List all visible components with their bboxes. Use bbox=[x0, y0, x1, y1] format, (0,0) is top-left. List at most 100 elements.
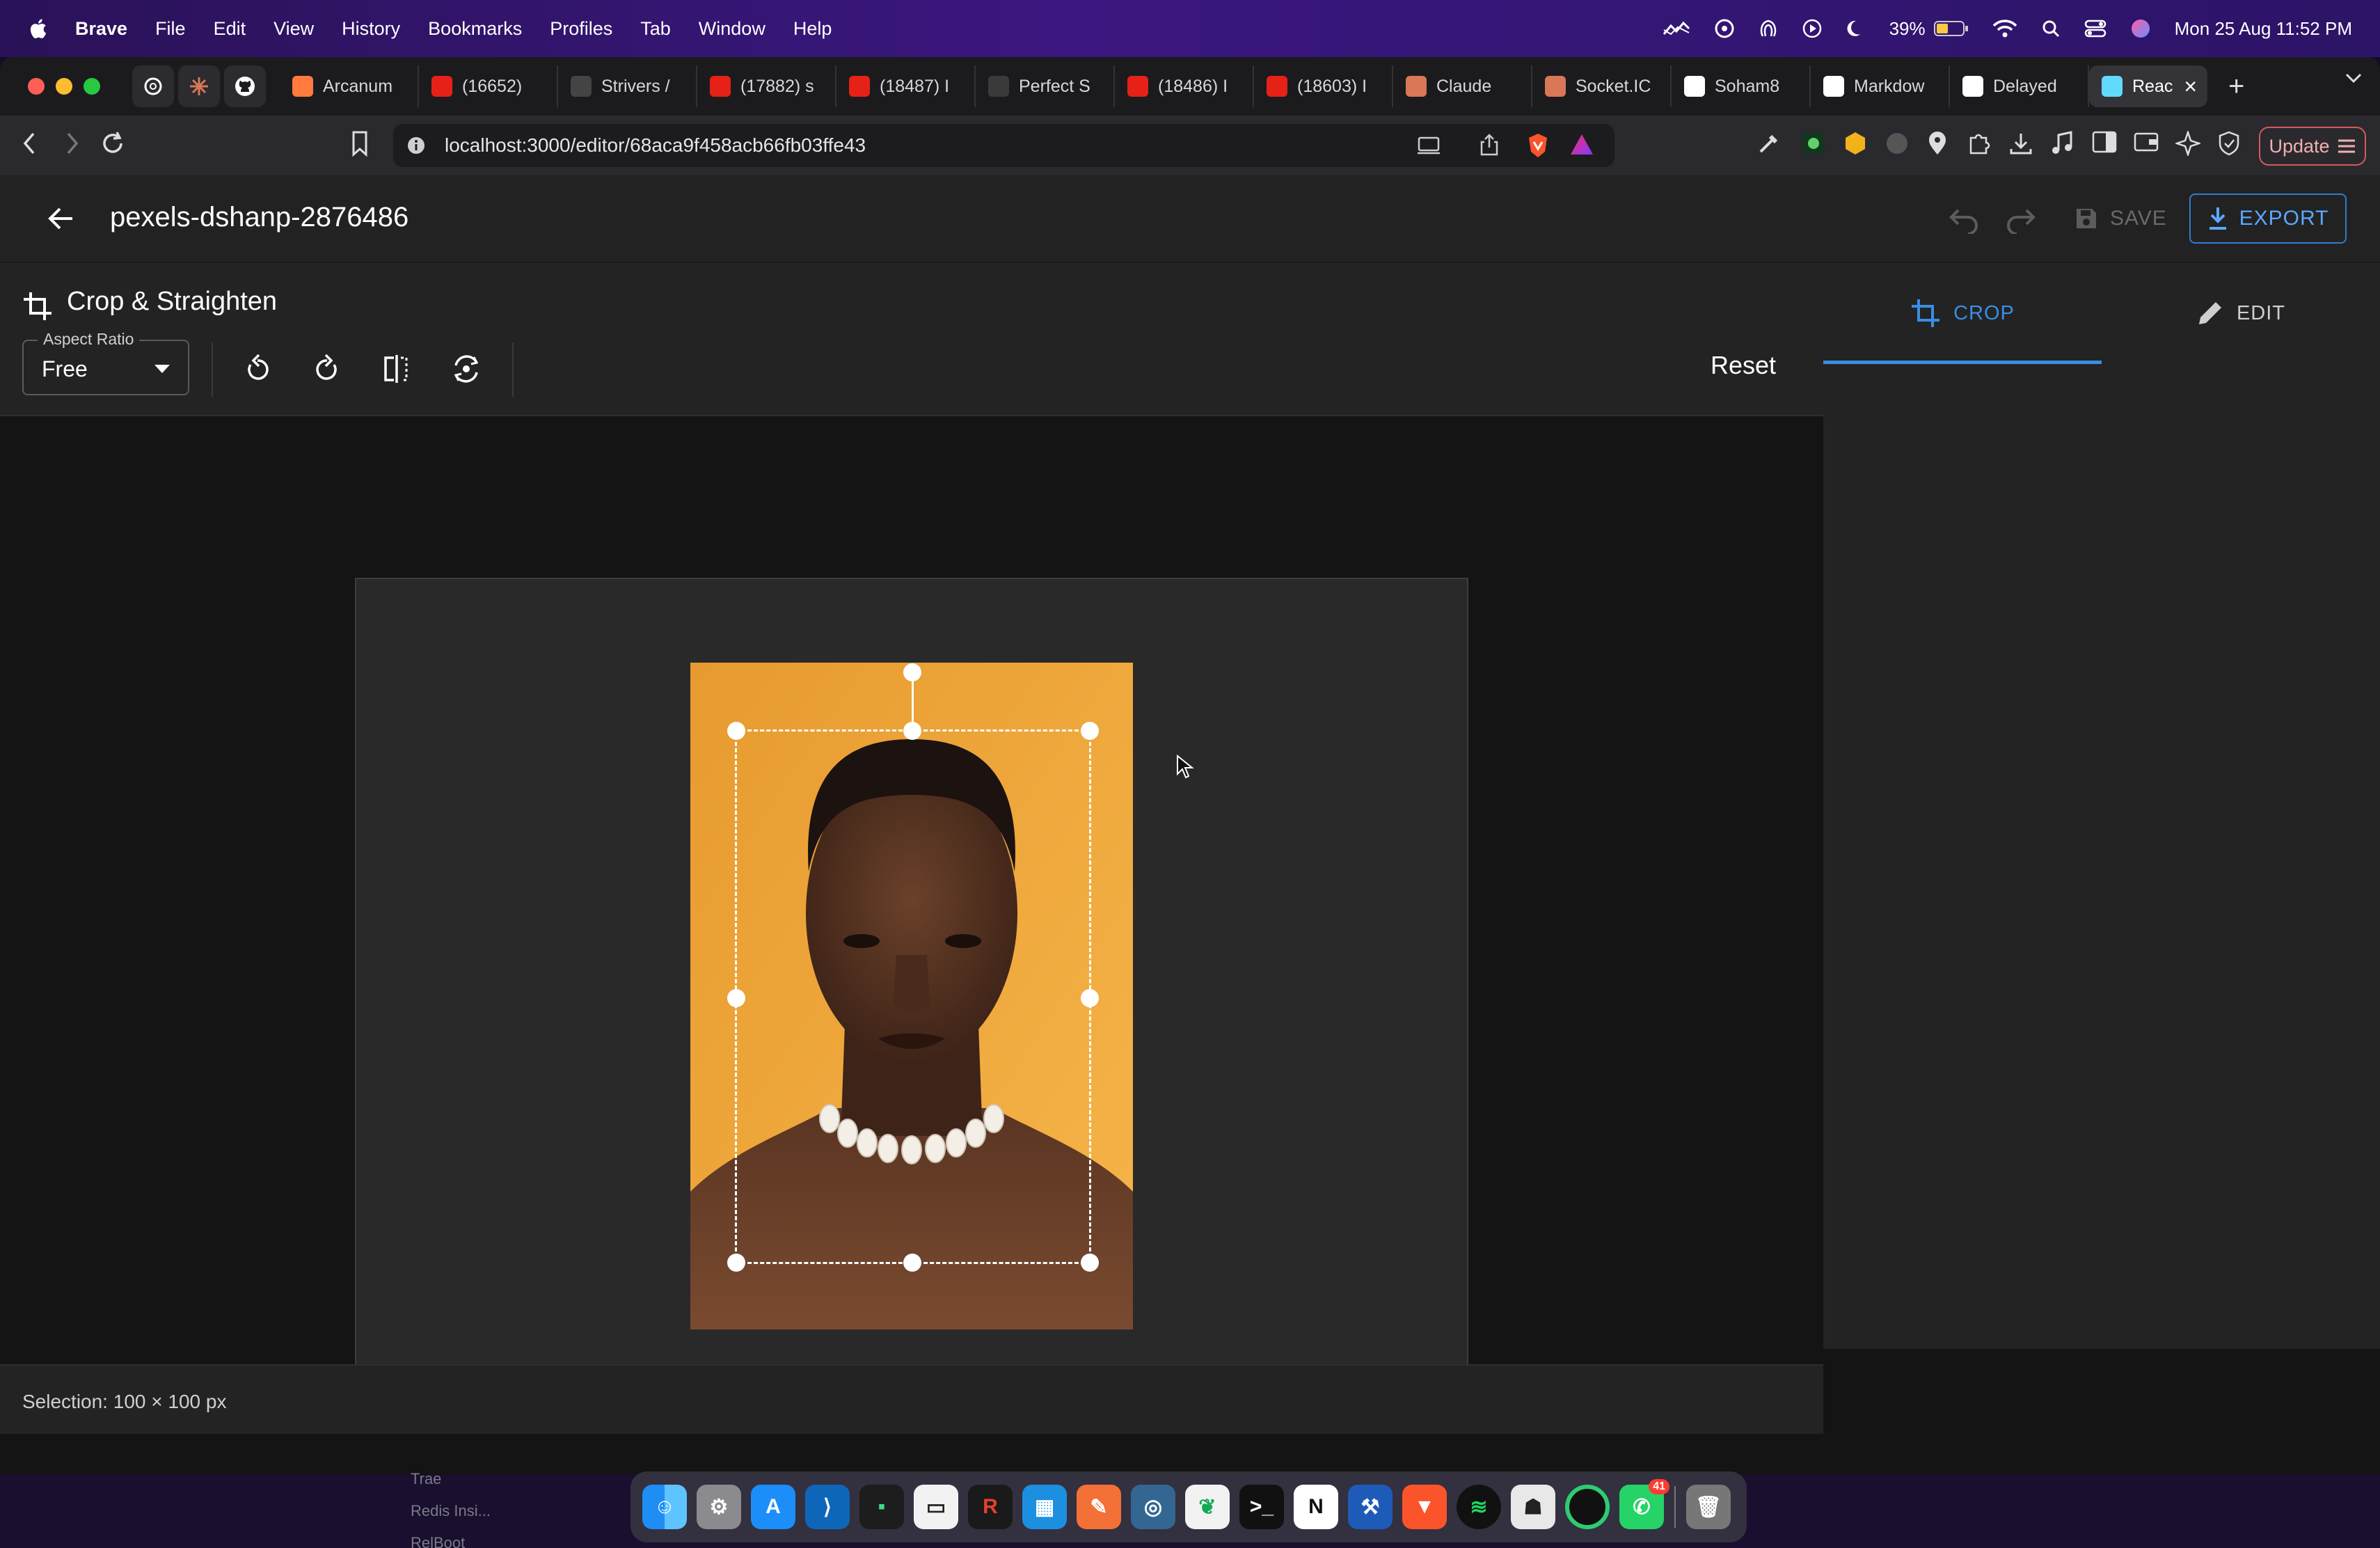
crop-handle-top[interactable] bbox=[903, 722, 921, 740]
spotify-icon[interactable]: ≋ bbox=[1457, 1485, 1501, 1529]
wallet-icon[interactable] bbox=[2134, 131, 2159, 153]
menu-view[interactable]: View bbox=[273, 18, 314, 40]
alien-icon[interactable]: ☗ bbox=[1511, 1485, 1555, 1529]
docker-icon[interactable]: ▦ bbox=[1022, 1485, 1067, 1529]
rapid-icon[interactable]: R bbox=[968, 1485, 1013, 1529]
whatsapp-icon[interactable]: ✆ 41 bbox=[1619, 1479, 1669, 1529]
crop-handle-top-left[interactable] bbox=[727, 722, 745, 740]
close-tab-icon[interactable]: × bbox=[2184, 74, 2197, 100]
menu-edit[interactable]: Edit bbox=[214, 18, 246, 40]
menu-app-name[interactable]: Brave bbox=[75, 18, 127, 40]
reset-button[interactable]: Reset bbox=[1711, 351, 1776, 380]
ext-yellow-hex-icon[interactable] bbox=[1843, 131, 1868, 156]
rotate-left-button[interactable] bbox=[237, 348, 278, 390]
browser-tab[interactable]: Soham8 bbox=[1672, 65, 1811, 107]
rotate-right-button[interactable] bbox=[306, 348, 348, 390]
wifi-icon[interactable] bbox=[1992, 19, 2017, 38]
zoom-window-button[interactable] bbox=[84, 78, 100, 95]
reload-icon[interactable] bbox=[99, 129, 127, 157]
location-pin-icon[interactable] bbox=[1926, 131, 1949, 156]
pinned-tab-claude[interactable] bbox=[178, 65, 220, 107]
crop-handle-bottom[interactable] bbox=[903, 1254, 921, 1272]
update-browser-button[interactable]: Update bbox=[2259, 127, 2366, 166]
trash-icon[interactable]: 🗑 bbox=[1686, 1485, 1731, 1529]
browser-tab[interactable]: (16652) bbox=[419, 65, 558, 107]
notion-icon[interactable]: N bbox=[1294, 1485, 1338, 1529]
finder-icon[interactable]: ☺ bbox=[642, 1485, 687, 1529]
site-info-icon[interactable] bbox=[406, 135, 427, 156]
pgadmin-icon[interactable]: ◎ bbox=[1131, 1485, 1175, 1529]
menu-profiles[interactable]: Profiles bbox=[550, 18, 612, 40]
ext-green-icon[interactable] bbox=[1801, 131, 1826, 156]
fingerprint-icon[interactable] bbox=[1759, 18, 1778, 39]
browser-tab[interactable]: Claude bbox=[1393, 65, 1532, 107]
aspect-ratio-select[interactable]: Aspect Ratio Free bbox=[22, 330, 189, 395]
ext-grey-icon[interactable] bbox=[1885, 131, 1910, 156]
browser-tab[interactable]: (18486) I bbox=[1115, 65, 1254, 107]
browser-tab[interactable]: Socket.IC bbox=[1532, 65, 1672, 107]
address-bar[interactable]: localhost:3000/editor/68aca9f458acb66fb0… bbox=[393, 124, 1615, 167]
save-button[interactable]: SAVE bbox=[2074, 200, 2167, 237]
crop-handle-bottom-left[interactable] bbox=[727, 1254, 745, 1272]
crop-handle-bottom-right[interactable] bbox=[1081, 1254, 1099, 1272]
appstore-icon[interactable]: A bbox=[751, 1485, 795, 1529]
leo-ai-sparkle-icon[interactable] bbox=[2175, 131, 2200, 156]
menu-window[interactable]: Window bbox=[699, 18, 765, 40]
stocks-icon[interactable] bbox=[1663, 20, 1690, 37]
brave-icon[interactable]: ▼ bbox=[1402, 1485, 1447, 1529]
export-button[interactable]: EXPORT bbox=[2189, 194, 2347, 244]
menu-history[interactable]: History bbox=[342, 18, 400, 40]
new-tab-plus-icon[interactable]: + bbox=[2228, 71, 2244, 102]
notes-icon[interactable]: ▭ bbox=[914, 1485, 958, 1529]
download-icon[interactable] bbox=[2008, 131, 2033, 156]
browser-tab[interactable]: (18603) I bbox=[1254, 65, 1393, 107]
vpn-shield-icon[interactable] bbox=[2217, 131, 2241, 156]
apple-icon[interactable] bbox=[28, 17, 47, 40]
reset-rotation-button[interactable] bbox=[445, 348, 487, 390]
mongodb-icon[interactable]: ❦ bbox=[1185, 1485, 1230, 1529]
menu-tab[interactable]: Tab bbox=[640, 18, 671, 40]
battery-icon[interactable] bbox=[1933, 19, 1969, 38]
brave-rewards-icon[interactable] bbox=[1569, 132, 1594, 157]
browser-tab[interactable]: Delayed bbox=[1950, 65, 2089, 107]
settings-icon[interactable]: ⚙ bbox=[697, 1485, 741, 1529]
bookmark-icon[interactable] bbox=[349, 129, 370, 157]
brave-shields-icon[interactable] bbox=[1526, 132, 1550, 159]
pinned-tab-openai[interactable] bbox=[132, 65, 174, 107]
sync-icon[interactable] bbox=[1714, 18, 1735, 39]
pinned-tab-github[interactable] bbox=[224, 65, 266, 107]
back-arrow-icon[interactable] bbox=[46, 203, 77, 234]
postman-icon[interactable]: ✎ bbox=[1077, 1485, 1121, 1529]
loader-icon[interactable] bbox=[1565, 1485, 1610, 1529]
control-center-icon[interactable] bbox=[2084, 19, 2107, 38]
browser-tab[interactable]: Strivers / bbox=[558, 65, 697, 107]
minimize-window-button[interactable] bbox=[56, 78, 72, 95]
spotlight-search-icon[interactable] bbox=[2041, 19, 2061, 38]
rotation-handle[interactable] bbox=[903, 663, 921, 681]
play-icon[interactable] bbox=[1802, 18, 1823, 39]
back-nav-icon[interactable] bbox=[19, 129, 40, 157]
terminal-green-icon[interactable]: ▪ bbox=[859, 1485, 904, 1529]
forward-nav-icon[interactable] bbox=[61, 129, 82, 157]
extensions-puzzle-icon[interactable] bbox=[1967, 131, 1992, 156]
moon-icon[interactable] bbox=[1846, 19, 1866, 38]
cast-icon[interactable] bbox=[1416, 135, 1441, 156]
tab-crop[interactable]: CROP bbox=[1823, 263, 2102, 363]
browser-tab[interactable]: (17882) s bbox=[697, 65, 836, 107]
redo-icon[interactable] bbox=[2004, 206, 2038, 234]
browser-tab[interactable]: (18487) I bbox=[836, 65, 976, 107]
menu-file[interactable]: File bbox=[155, 18, 186, 40]
sidebar-toggle-icon[interactable] bbox=[2092, 131, 2117, 153]
crop-handle-left[interactable] bbox=[727, 989, 745, 1007]
flip-horizontal-button[interactable] bbox=[376, 348, 418, 390]
eyedropper-ext-icon[interactable] bbox=[1756, 131, 1782, 156]
undo-icon[interactable] bbox=[1947, 206, 1981, 234]
browser-tab[interactable]: Arcanum bbox=[280, 65, 419, 107]
clock[interactable]: Mon 25 Aug 11:52 PM bbox=[2175, 18, 2352, 40]
crop-handle-top-right[interactable] bbox=[1081, 722, 1099, 740]
close-window-button[interactable] bbox=[28, 78, 45, 95]
tab-overflow-chevron-icon[interactable] bbox=[2344, 71, 2363, 85]
crop-handle-right[interactable] bbox=[1081, 989, 1099, 1007]
crop-selection-box[interactable] bbox=[727, 663, 1099, 1272]
vscode-icon[interactable]: ⟩ bbox=[805, 1485, 850, 1529]
